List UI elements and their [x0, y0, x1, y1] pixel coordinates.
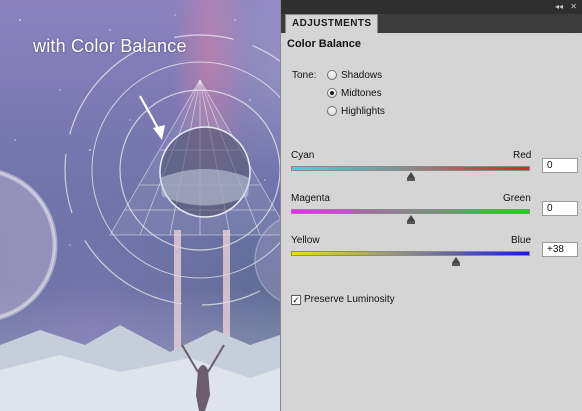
double-arrow-icon[interactable]: ◂◂	[555, 3, 563, 11]
artwork-caption: with Color Balance	[33, 36, 187, 56]
shadows-radio[interactable]	[327, 70, 337, 80]
panel-top-bar: ◂◂ ✕	[281, 0, 582, 14]
blue-label: Blue	[511, 235, 532, 246]
yellow-blue-value[interactable]: +38	[542, 242, 578, 257]
green-label: Green	[503, 193, 531, 204]
cyan-label: Cyan	[291, 150, 315, 161]
red-label: Red	[513, 150, 532, 161]
preserve-luminosity-label: Preserve Luminosity	[304, 294, 395, 305]
yellow-label: Yellow	[291, 235, 320, 246]
magenta-label: Magenta	[291, 193, 330, 204]
cyan-red-slider-track[interactable]	[291, 166, 530, 171]
tone-option-shadows[interactable]: Shadows	[327, 68, 382, 82]
adjustments-panel: ◂◂ ✕ ▾≡ ADJUSTMENTS Color Balance Tone: …	[280, 0, 582, 411]
midtones-label: Midtones	[341, 87, 382, 99]
preserve-luminosity-checkbox[interactable]: ✓	[291, 294, 301, 305]
yellow-blue-slider-track[interactable]	[291, 251, 530, 256]
yellow-blue-thumb-base	[451, 263, 460, 266]
cyan-red-value[interactable]: 0	[542, 158, 578, 173]
highlights-label: Highlights	[341, 105, 385, 117]
panel-title: Color Balance	[287, 38, 361, 50]
magenta-green-slider-track[interactable]	[291, 209, 530, 214]
magenta-green-thumb-base	[406, 221, 415, 224]
shadows-label: Shadows	[341, 69, 383, 81]
tone-option-highlights[interactable]: Highlights	[327, 104, 385, 118]
tab-adjustments[interactable]: ADJUSTMENTS	[285, 14, 379, 33]
tone-label: Tone:	[292, 70, 317, 81]
panel-menu-icon[interactable]: ▾≡	[567, 33, 577, 42]
tone-option-midtones[interactable]: Midtones	[327, 86, 382, 100]
highlights-radio[interactable]	[327, 106, 337, 116]
close-icon[interactable]: ✕	[570, 3, 577, 11]
preserve-luminosity-option[interactable]: ✓ Preserve Luminosity	[291, 293, 395, 306]
cyan-red-thumb-base	[406, 178, 415, 181]
magenta-green-value[interactable]: 0	[542, 201, 578, 216]
midtones-radio[interactable]	[327, 88, 337, 98]
